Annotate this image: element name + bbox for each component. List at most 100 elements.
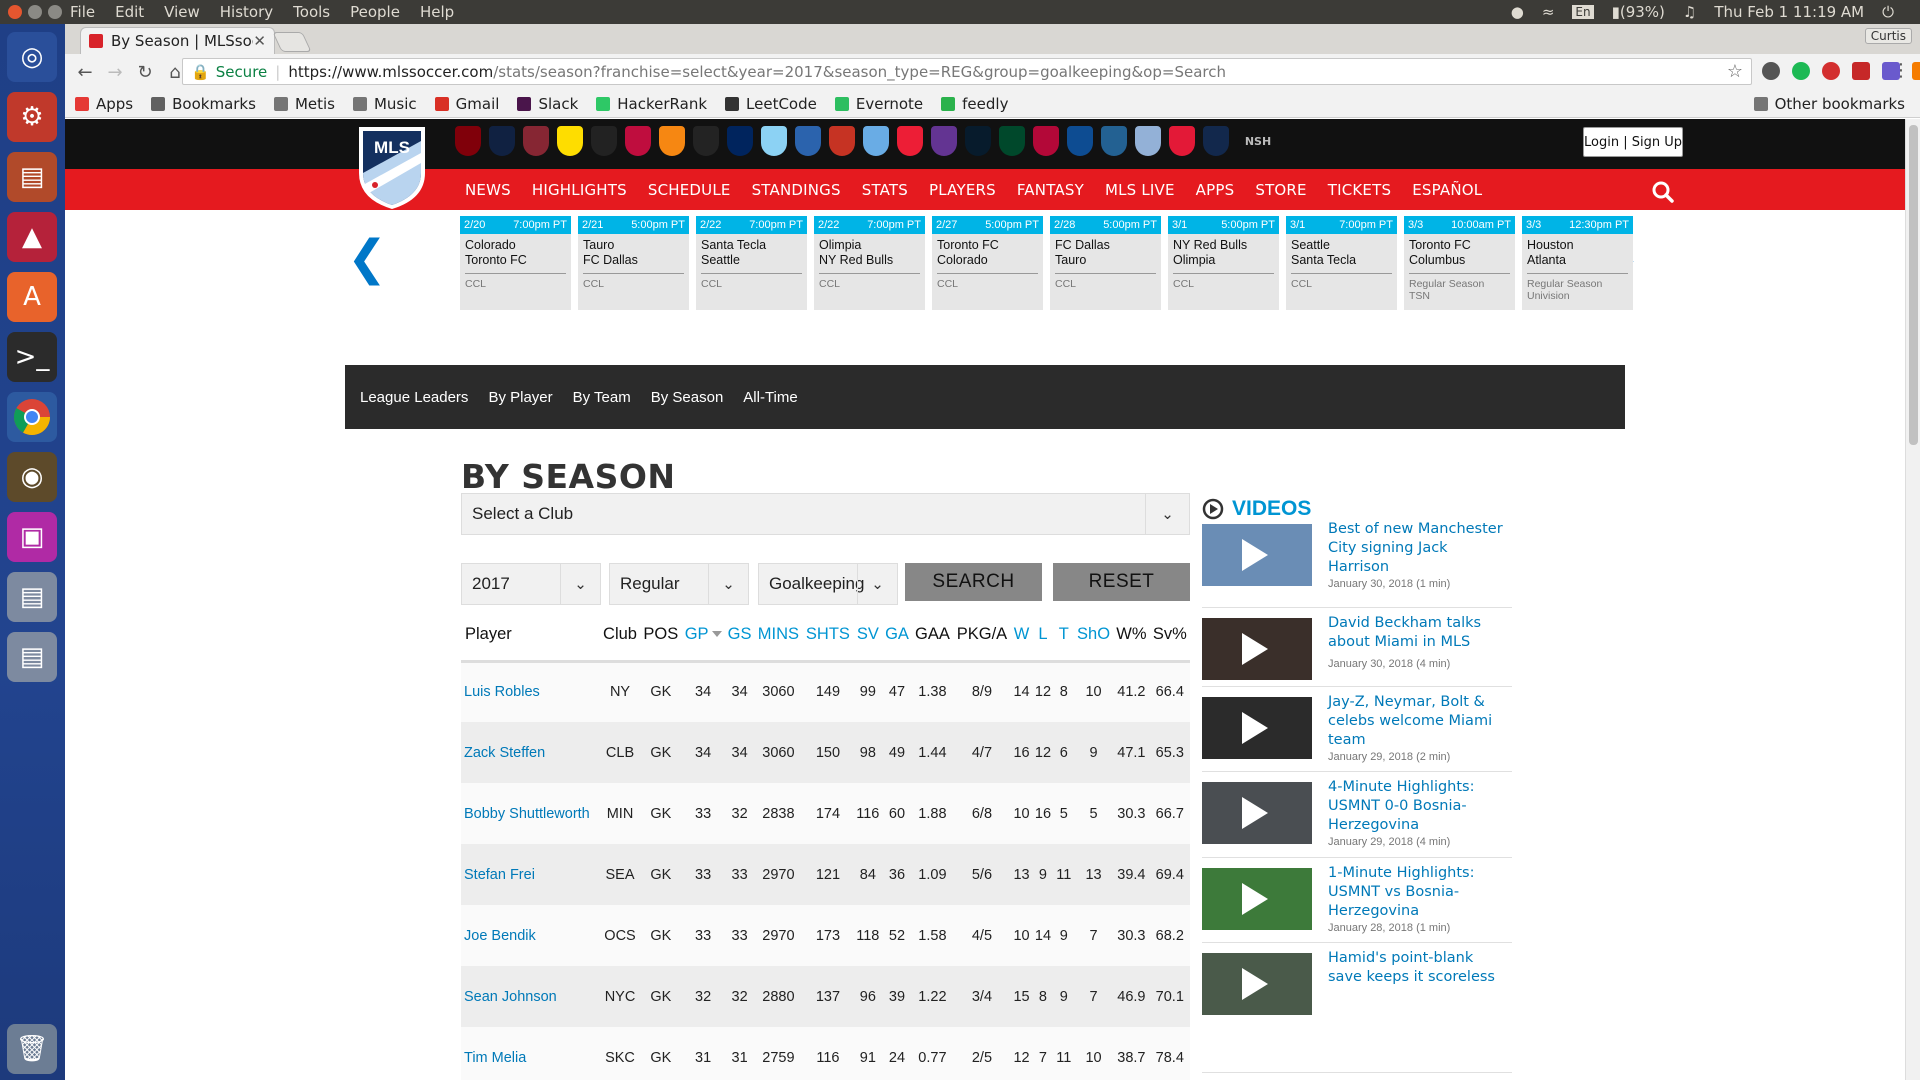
schedule-match-card[interactable]: 2/20 7:00pm PT Colorado Toronto FC CCL	[460, 216, 571, 310]
schedule-match-card[interactable]: 2/22 7:00pm PT Olimpia NY Red Bulls CCL	[814, 216, 925, 310]
player-name-link[interactable]: Luis Robles	[461, 661, 600, 722]
login-signup-button[interactable]: Login | Sign Up	[1583, 127, 1683, 157]
drive-icon[interactable]: ▤	[7, 632, 57, 682]
schedule-match-card[interactable]: 3/3 12:30pm PT Houston Atlanta Regular Seaso…	[1522, 216, 1633, 310]
reset-button[interactable]: RESET	[1053, 563, 1190, 601]
season-type-select[interactable]: Regular ⌄	[609, 563, 749, 605]
column-header-t[interactable]: T	[1053, 609, 1074, 663]
bookmark-evernote[interactable]: Evernote	[834, 95, 923, 113]
menu-history[interactable]: History	[220, 3, 273, 21]
player-name-link[interactable]: Sean Johnson	[461, 966, 600, 1027]
files-icon[interactable]: ▤	[7, 152, 57, 202]
club-logo-hou[interactable]	[659, 126, 685, 156]
club-logo-col[interactable]	[523, 126, 549, 156]
club-logo-por[interactable]	[999, 126, 1025, 156]
nav-item[interactable]: STANDINGS	[752, 181, 841, 199]
player-name-link[interactable]: Joe Bendik	[461, 905, 600, 966]
new-tab-button[interactable]	[272, 32, 312, 52]
power-icon[interactable]: ⏻	[1882, 3, 1894, 21]
bookmark-hackerrank[interactable]: HackerRank	[596, 95, 707, 113]
club-logo-rsl[interactable]	[1033, 126, 1059, 156]
player-name-link[interactable]: Stefan Frei	[461, 844, 600, 905]
column-header-ga[interactable]: GA	[882, 609, 912, 663]
schedule-match-card[interactable]: 2/27 5:00pm PT Toronto FC Colorado CCL	[932, 216, 1043, 310]
club-logo-dal[interactable]	[625, 126, 651, 156]
mls-logo[interactable]: MLS	[355, 123, 429, 211]
menu-people[interactable]: People	[350, 3, 400, 21]
video-title-link[interactable]: 4-Minute Highlights: USMNT 0-0 Bosnia-He…	[1328, 778, 1508, 835]
club-logo-dc[interactable]	[591, 126, 617, 156]
nav-item[interactable]: NEWS	[465, 181, 511, 199]
extension-icon[interactable]	[1792, 62, 1810, 80]
video-item[interactable]: 1-Minute Highlights: USMNT vs Bosnia-Her…	[1202, 865, 1512, 943]
club-logo-atl[interactable]	[455, 126, 481, 156]
video-item[interactable]: Best of new Manchester City signing Jack…	[1202, 521, 1512, 608]
address-bar[interactable]: 🔒 Secure | https://www.mlssoccer.com /st…	[182, 58, 1752, 85]
club-logo-nyc[interactable]	[863, 126, 889, 156]
menu-view[interactable]: View	[164, 3, 200, 21]
schedule-match-card[interactable]: 2/28 5:00pm PT FC Dallas Tauro CCL	[1050, 216, 1161, 310]
club-logo-mtl[interactable]	[795, 126, 821, 156]
bookmark-music[interactable]: Music	[352, 95, 417, 113]
video-thumbnail[interactable]	[1202, 524, 1312, 586]
column-header-sv[interactable]: SV	[853, 609, 883, 663]
app-icon[interactable]: ▣	[7, 512, 57, 562]
column-header-l[interactable]: L	[1032, 609, 1054, 663]
player-name-link[interactable]: Tim Melia	[461, 1027, 600, 1080]
video-title-link[interactable]: Best of new Manchester City signing Jack…	[1328, 520, 1508, 577]
subnav-item[interactable]: By Player	[488, 389, 552, 406]
video-thumbnail[interactable]	[1202, 782, 1312, 844]
menu-help[interactable]: Help	[420, 3, 454, 21]
column-header-gp[interactable]: GP	[681, 609, 725, 663]
club-logo-ny[interactable]	[897, 126, 923, 156]
nav-item[interactable]: MLS LIVE	[1105, 181, 1175, 199]
club-logo-van[interactable]	[1203, 126, 1229, 156]
subnav-item[interactable]: League Leaders	[360, 389, 468, 406]
video-title-link[interactable]: David Beckham talks about Miami in MLS	[1328, 614, 1508, 652]
extension-icon[interactable]	[1822, 62, 1840, 80]
nav-item[interactable]: TICKETS	[1328, 181, 1391, 199]
club-logo-sj[interactable]	[1067, 126, 1093, 156]
club-logo-orl[interactable]	[931, 126, 957, 156]
reload-icon[interactable]: ↻	[130, 62, 160, 83]
video-thumbnail[interactable]	[1202, 697, 1312, 759]
schedule-match-card[interactable]: 3/1 5:00pm PT NY Red Bulls Olimpia CCL	[1168, 216, 1279, 310]
year-select[interactable]: 2017 ⌄	[461, 563, 601, 605]
player-name-link[interactable]: Zack Steffen	[461, 722, 600, 783]
video-thumbnail[interactable]	[1202, 868, 1312, 930]
forward-icon[interactable]: →	[100, 62, 130, 83]
profile-button[interactable]: Curtis	[1864, 28, 1912, 44]
subnav-item[interactable]: By Season	[651, 389, 724, 406]
club-logo-la[interactable]	[727, 126, 753, 156]
nav-item[interactable]: SCHEDULE	[648, 181, 731, 199]
club-select[interactable]: Select a Club ⌄	[461, 493, 1190, 535]
bookmark-bookmarks[interactable]: Bookmarks	[151, 95, 256, 113]
other-bookmarks[interactable]: Other bookmarks	[1753, 95, 1905, 113]
drive-icon[interactable]: ▤	[7, 572, 57, 622]
trash-icon[interactable]: 🗑	[7, 1024, 57, 1074]
battery-status[interactable]: ▮(93%)	[1612, 3, 1665, 21]
bookmark-metis[interactable]: Metis	[273, 95, 335, 113]
app-icon[interactable]: ▲	[7, 212, 57, 262]
adblock-icon[interactable]	[1852, 62, 1870, 80]
volume-icon[interactable]: ♫	[1683, 3, 1696, 21]
terminal-icon[interactable]: >_	[7, 332, 57, 382]
scrollbar-thumb[interactable]	[1909, 125, 1918, 445]
menu-file[interactable]: File	[70, 3, 95, 21]
column-header-mins[interactable]: MINS	[754, 609, 803, 663]
club-logo-skc[interactable]	[1135, 126, 1161, 156]
club-logo-ne[interactable]	[829, 126, 855, 156]
nav-item[interactable]: ESPAÑOL	[1412, 181, 1482, 199]
nav-item[interactable]: PLAYERS	[929, 181, 996, 199]
gimp-icon[interactable]: ◉	[7, 452, 57, 502]
chrome-icon[interactable]	[7, 392, 57, 442]
club-logo-clb[interactable]	[557, 126, 583, 156]
dash-icon[interactable]: ◎	[7, 32, 57, 82]
schedule-match-card[interactable]: 3/1 7:00pm PT Seattle Santa Tecla CCL	[1286, 216, 1397, 310]
column-header-shts[interactable]: SHTS	[802, 609, 854, 663]
video-thumbnail[interactable]	[1202, 953, 1312, 1015]
group-select[interactable]: Goalkeeping ⌄	[758, 563, 898, 605]
close-tab-icon[interactable]: ✕	[253, 32, 266, 50]
schedule-match-card[interactable]: 2/21 5:00pm PT Tauro FC Dallas CCL	[578, 216, 689, 310]
bookmark-feedly[interactable]: feedly	[941, 95, 1008, 113]
